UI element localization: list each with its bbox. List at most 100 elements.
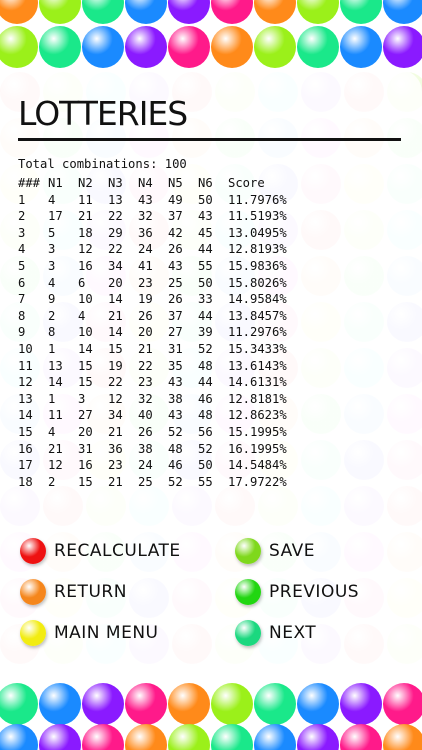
background-ball bbox=[297, 724, 339, 750]
number-cell: 43 bbox=[168, 408, 183, 423]
background-ball bbox=[0, 683, 38, 725]
orange-ball-icon bbox=[20, 579, 46, 605]
number-cell: 29 bbox=[108, 225, 123, 240]
background-ball bbox=[168, 724, 210, 750]
number-cell: 21 bbox=[48, 441, 63, 456]
table-row: 15 4 20 21 26 52 56 15.1995% bbox=[18, 424, 298, 441]
background-ball bbox=[211, 683, 253, 725]
number-cell: 1 bbox=[48, 391, 56, 406]
background-ball bbox=[383, 683, 422, 725]
number-cell: 22 bbox=[108, 209, 123, 224]
number-cell: 3 bbox=[78, 391, 86, 406]
number-cell: 43 bbox=[168, 258, 183, 273]
number-cell: 44 bbox=[198, 242, 213, 257]
score-cell: 14.6131% bbox=[228, 375, 287, 390]
number-cell: 36 bbox=[138, 225, 153, 240]
teal-ball-icon bbox=[235, 620, 261, 646]
column-header-score: Score bbox=[228, 176, 265, 190]
total-combinations: Total combinations: 100 bbox=[18, 157, 187, 171]
background-ball bbox=[0, 0, 38, 24]
score-cell: 11.2976% bbox=[228, 325, 287, 340]
score-cell: 13.0495% bbox=[228, 225, 287, 240]
number-cell: 50 bbox=[198, 275, 213, 290]
number-cell: 34 bbox=[108, 408, 123, 423]
number-cell: 41 bbox=[138, 258, 153, 273]
number-cell: 39 bbox=[198, 325, 213, 340]
background-ball bbox=[125, 724, 167, 750]
lime-ball-icon bbox=[235, 538, 261, 564]
previous-button[interactable]: PREVIOUS bbox=[235, 579, 359, 605]
number-cell: 27 bbox=[78, 408, 93, 423]
background-ball bbox=[211, 0, 253, 24]
score-cell: 11.5193% bbox=[228, 209, 287, 224]
table-row: 8 2 4 21 26 37 44 13.8457% bbox=[18, 308, 298, 325]
score-cell: 13.8457% bbox=[228, 308, 287, 323]
score-cell: 15.9836% bbox=[228, 258, 287, 273]
number-cell: 38 bbox=[138, 441, 153, 456]
page-title: LOTTERIES bbox=[18, 94, 188, 133]
background-ball bbox=[340, 724, 382, 750]
table-row: 9 8 10 14 20 27 39 11.2976% bbox=[18, 324, 298, 341]
score-cell: 15.1995% bbox=[228, 424, 287, 439]
table-row: 13 1 3 12 32 38 46 12.8181% bbox=[18, 391, 298, 408]
number-cell: 31 bbox=[168, 341, 183, 356]
number-cell: 23 bbox=[108, 458, 123, 473]
number-cell: 26 bbox=[168, 242, 183, 257]
background-ball bbox=[254, 724, 296, 750]
row-index-cell: 17 bbox=[18, 458, 33, 473]
column-header-n6: N6 bbox=[198, 176, 213, 190]
main-menu-button[interactable]: MAIN MENU bbox=[20, 620, 159, 646]
number-cell: 2 bbox=[48, 308, 56, 323]
next-button[interactable]: NEXT bbox=[235, 620, 316, 646]
row-index-cell: 8 bbox=[18, 308, 26, 323]
number-cell: 43 bbox=[168, 375, 183, 390]
number-cell: 48 bbox=[168, 441, 183, 456]
score-cell: 14.5484% bbox=[228, 458, 287, 473]
number-cell: 14 bbox=[48, 375, 63, 390]
number-cell: 23 bbox=[138, 375, 153, 390]
number-cell: 18 bbox=[78, 225, 93, 240]
score-cell: 15.8026% bbox=[228, 275, 287, 290]
background-ball bbox=[125, 683, 167, 725]
score-cell: 11.7976% bbox=[228, 192, 287, 207]
column-header-n4: N4 bbox=[138, 176, 153, 190]
number-cell: 43 bbox=[138, 192, 153, 207]
number-cell: 26 bbox=[138, 308, 153, 323]
number-cell: 22 bbox=[108, 375, 123, 390]
column-header-n2: N2 bbox=[78, 176, 93, 190]
row-index-cell: 2 bbox=[18, 209, 26, 224]
background-ball bbox=[82, 683, 124, 725]
number-cell: 15 bbox=[78, 358, 93, 373]
number-cell: 44 bbox=[198, 308, 213, 323]
background-ball bbox=[82, 0, 124, 24]
row-index-cell: 13 bbox=[18, 391, 33, 406]
number-cell: 19 bbox=[108, 358, 123, 373]
recalculate-button[interactable]: RECALCULATE bbox=[20, 538, 181, 564]
number-cell: 27 bbox=[168, 325, 183, 340]
number-cell: 33 bbox=[198, 292, 213, 307]
background-ball bbox=[297, 0, 339, 24]
number-cell: 52 bbox=[198, 341, 213, 356]
number-cell: 52 bbox=[168, 424, 183, 439]
return-button[interactable]: RETURN bbox=[20, 579, 127, 605]
number-cell: 5 bbox=[48, 225, 56, 240]
number-cell: 25 bbox=[168, 275, 183, 290]
background-ball bbox=[168, 0, 210, 24]
title-divider bbox=[18, 138, 401, 141]
number-cell: 35 bbox=[168, 358, 183, 373]
number-cell: 44 bbox=[198, 375, 213, 390]
background-ball bbox=[383, 0, 422, 24]
number-cell: 3 bbox=[48, 242, 56, 257]
save-button[interactable]: SAVE bbox=[235, 538, 315, 564]
background-ball bbox=[340, 26, 382, 68]
number-cell: 52 bbox=[198, 441, 213, 456]
number-cell: 9 bbox=[48, 292, 56, 307]
next-label: NEXT bbox=[269, 623, 317, 643]
number-cell: 1 bbox=[48, 341, 56, 356]
number-cell: 20 bbox=[138, 325, 153, 340]
number-cell: 4 bbox=[48, 275, 56, 290]
score-cell: 15.3433% bbox=[228, 341, 287, 356]
number-cell: 32 bbox=[138, 391, 153, 406]
yellow-ball-icon bbox=[20, 620, 46, 646]
number-cell: 14 bbox=[78, 341, 93, 356]
